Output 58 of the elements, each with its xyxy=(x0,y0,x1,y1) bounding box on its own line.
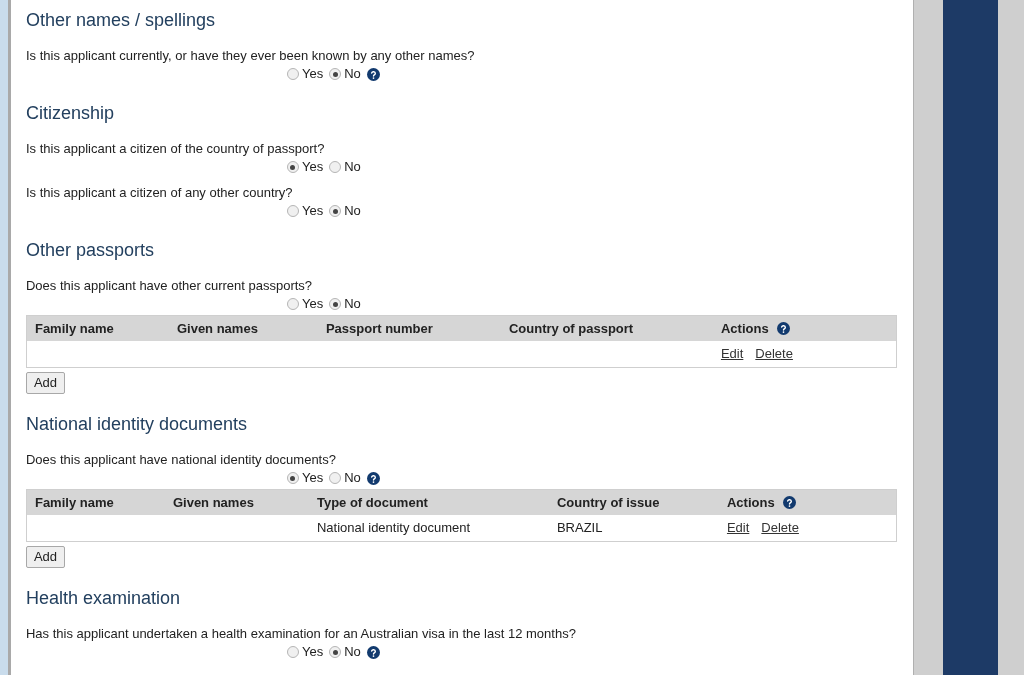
help-icon[interactable] xyxy=(782,496,796,509)
column-header: Given names xyxy=(176,319,258,338)
radio-button[interactable] xyxy=(286,68,299,80)
section-heading: National identity documents xyxy=(25,413,249,436)
column-header: Passport number xyxy=(325,319,433,338)
help-icon[interactable] xyxy=(776,322,790,335)
action-link[interactable]: Edit xyxy=(720,344,744,364)
radio-label: Yes xyxy=(301,158,324,177)
column-header: Actions xyxy=(726,493,775,512)
radio-label: Yes xyxy=(301,202,324,221)
radio-label: Yes xyxy=(301,643,324,662)
action-link[interactable]: Edit xyxy=(726,518,750,538)
radio-button[interactable] xyxy=(286,472,299,484)
column-header: Actions xyxy=(720,319,769,338)
action-link[interactable]: Delete xyxy=(761,518,799,538)
column-header: Country of issue xyxy=(556,493,660,512)
radio-button[interactable] xyxy=(286,205,299,217)
question-text: Does this applicant have national identity documents? xyxy=(25,451,337,469)
help-icon[interactable] xyxy=(366,645,380,659)
radio-button[interactable] xyxy=(286,646,299,658)
radio-button[interactable] xyxy=(329,161,342,173)
section-heading: Health examination xyxy=(25,587,182,610)
radio-button[interactable] xyxy=(329,646,342,658)
column-header: Family name xyxy=(34,319,114,338)
radio-button[interactable] xyxy=(286,161,299,173)
help-icon[interactable] xyxy=(366,471,380,485)
section-heading: Other passports xyxy=(25,239,155,262)
radio-button[interactable] xyxy=(329,472,342,484)
section-heading: Other names / spellings xyxy=(25,9,217,32)
radio-label: No xyxy=(344,643,361,662)
add-button[interactable]: Add xyxy=(25,545,66,568)
column-header: Given names xyxy=(172,493,254,512)
question-text: Does this applicant have other current passports? xyxy=(25,277,314,295)
radio-label: Yes xyxy=(301,469,324,488)
section-heading: Citizenship xyxy=(25,102,115,125)
question-text: Has this applicant undertaken a health examination for an Australian visa in the last 12 months? xyxy=(25,625,577,643)
table-cell: National identity document xyxy=(316,520,471,536)
help-icon[interactable] xyxy=(366,67,380,81)
radio-label: No xyxy=(344,202,361,221)
radio-button[interactable] xyxy=(329,68,342,80)
radio-label: Yes xyxy=(301,65,324,84)
radio-label: No xyxy=(344,65,361,84)
radio-button[interactable] xyxy=(329,298,342,310)
radio-label: No xyxy=(344,158,361,177)
question-text: Is this applicant a citizen of the country of passport? xyxy=(25,140,326,158)
radio-label: Yes xyxy=(301,295,324,314)
question-text: Is this applicant currently, or have they ever been known by any other names? xyxy=(25,47,476,65)
question-text: Is this applicant a citizen of any other country? xyxy=(25,184,294,202)
radio-button[interactable] xyxy=(329,205,342,217)
column-header: Type of document xyxy=(316,493,428,512)
table-cell: BRAZIL xyxy=(556,520,603,536)
add-button[interactable]: Add xyxy=(25,371,66,394)
column-header: Country of passport xyxy=(508,319,634,338)
radio-label: No xyxy=(344,469,361,488)
action-link[interactable]: Delete xyxy=(755,344,793,364)
radio-button[interactable] xyxy=(286,298,299,310)
radio-label: No xyxy=(344,295,361,314)
column-header: Family name xyxy=(34,493,114,512)
